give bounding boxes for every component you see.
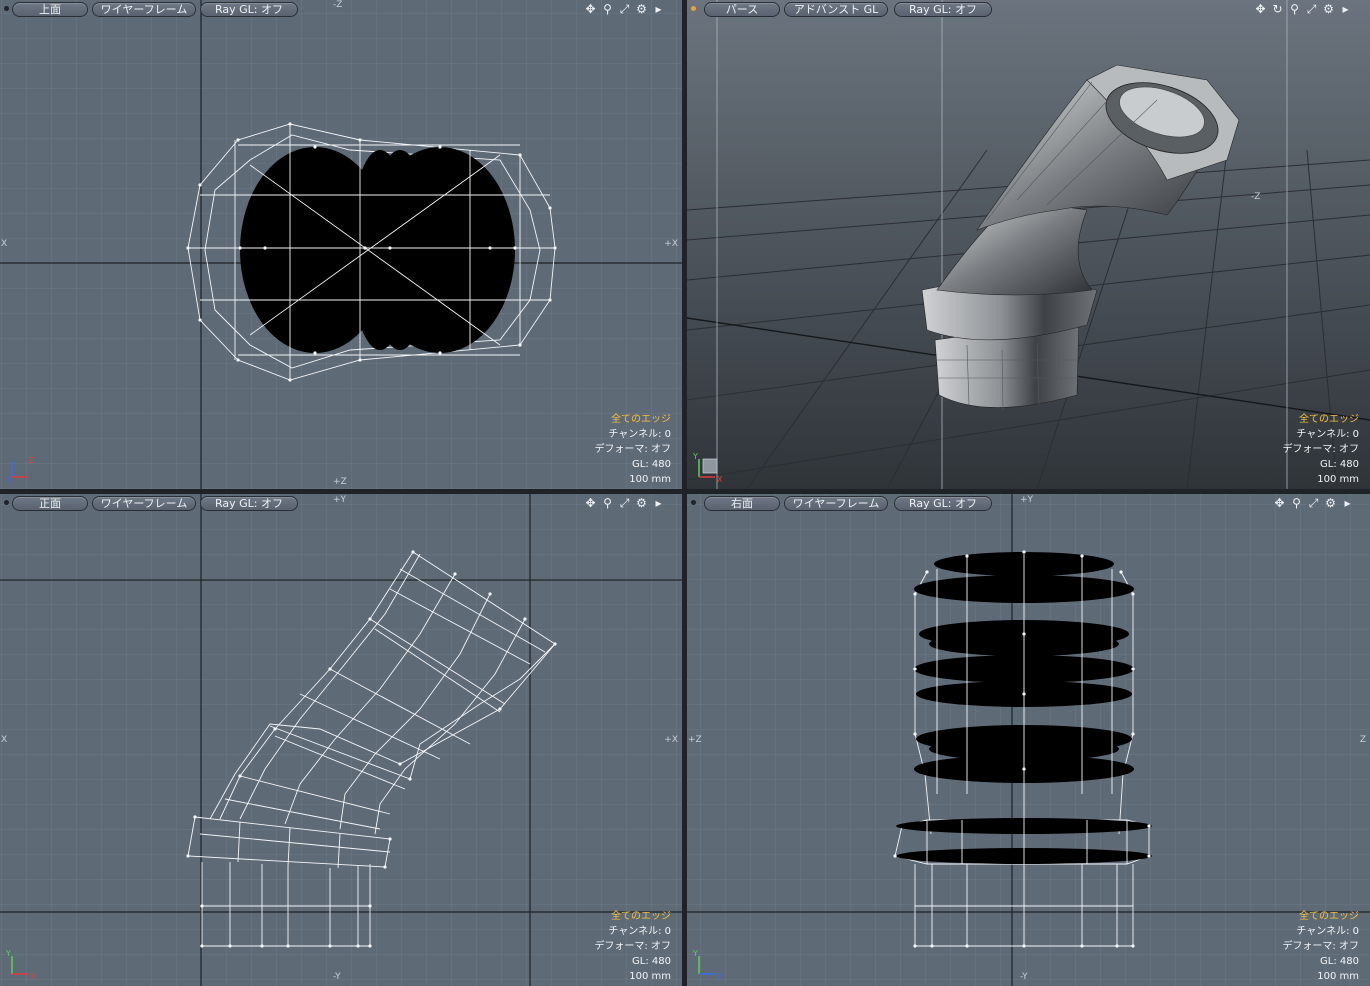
- axis-label-top: -Z: [333, 0, 343, 10]
- viewport-info: 全てのエッジ チャンネル: 0 デフォーマ: オフ GL: 480 100 mm: [1282, 909, 1359, 984]
- zoom-icon[interactable]: ⚲: [600, 1, 615, 17]
- viewport-tools: ✥ ⚲ ⤢ ⚙ ▸: [583, 1, 666, 17]
- svg-text:Z: Z: [28, 456, 34, 465]
- viewport-active-dot[interactable]: [691, 6, 696, 11]
- gl-count-label: GL: 480: [632, 459, 671, 470]
- svg-text:X: X: [717, 475, 723, 483]
- move-icon[interactable]: ✥: [583, 495, 598, 511]
- move-icon[interactable]: ✥: [583, 1, 598, 17]
- shading-mode-button[interactable]: ワイヤーフレーム: [92, 496, 196, 511]
- viewport-top-canvas[interactable]: [0, 0, 682, 489]
- zoom-icon[interactable]: ⚲: [1287, 1, 1302, 17]
- grid-scale-label: 100 mm: [629, 971, 671, 982]
- view-type-button[interactable]: 正面: [12, 496, 88, 511]
- deformer-label: デフォーマ: オフ: [594, 444, 671, 455]
- viewport-info: 全てのエッジ チャンネル: 0 デフォーマ: オフ GL: 480 100 mm: [594, 412, 671, 487]
- svg-text:Y: Y: [693, 949, 698, 958]
- viewport-right-canvas[interactable]: [687, 494, 1370, 986]
- fit-icon[interactable]: ⤢: [617, 1, 632, 17]
- channel-label: チャンネル: 0: [608, 926, 671, 937]
- menu-arrow-icon[interactable]: ▸: [1340, 495, 1355, 511]
- fit-icon[interactable]: ⤢: [617, 495, 632, 511]
- shading-mode-button[interactable]: ワイヤーフレーム: [92, 2, 196, 17]
- grid-scale-label: 100 mm: [1317, 971, 1359, 982]
- shading-mode-button[interactable]: ワイヤーフレーム: [784, 496, 888, 511]
- viewport-perspective[interactable]: パース アドバンスト GL Ray GL: オフ ✥ ↻ ⚲ ⤢ ⚙ ▸ -Z …: [687, 0, 1370, 489]
- axis-label-left: X: [1, 239, 8, 249]
- gl-count-label: GL: 480: [632, 956, 671, 967]
- axis-gizmo-icon: Z X: [6, 456, 34, 483]
- zoom-icon[interactable]: ⚲: [1289, 495, 1304, 511]
- raygl-button[interactable]: Ray GL: オフ: [200, 2, 298, 17]
- menu-arrow-icon[interactable]: ▸: [651, 1, 666, 17]
- viewport-active-dot[interactable]: [4, 500, 9, 505]
- axis-gizmo-icon: Y X: [693, 452, 723, 483]
- viewport-right[interactable]: 右面 ワイヤーフレーム Ray GL: オフ ✥ ⚲ ⤢ ⚙ ▸ +Y -Y +…: [687, 494, 1370, 986]
- view-type-button[interactable]: パース: [704, 2, 780, 17]
- deformer-label: デフォーマ: オフ: [594, 941, 671, 952]
- axis-label-bottom: -Y: [1020, 972, 1028, 982]
- axis-label-left: +Z: [688, 735, 702, 745]
- menu-arrow-icon[interactable]: ▸: [1338, 1, 1353, 17]
- rotate-icon[interactable]: ↻: [1270, 1, 1285, 17]
- channel-label: チャンネル: 0: [1296, 429, 1359, 440]
- raygl-button[interactable]: Ray GL: オフ: [894, 2, 992, 17]
- edge-mode-label[interactable]: 全てのエッジ: [1282, 909, 1359, 924]
- gear-icon[interactable]: ⚙: [634, 1, 649, 17]
- zoom-icon[interactable]: ⚲: [600, 495, 615, 511]
- viewport-active-dot[interactable]: [691, 500, 696, 505]
- fit-icon[interactable]: ⤢: [1304, 1, 1319, 17]
- view-type-button[interactable]: 上面: [12, 2, 88, 17]
- move-icon[interactable]: ✥: [1272, 495, 1287, 511]
- menu-arrow-icon[interactable]: ▸: [651, 495, 666, 511]
- deformer-label: デフォーマ: オフ: [1282, 941, 1359, 952]
- grid-scale-label: 100 mm: [629, 474, 671, 485]
- viewport-tools: ✥ ↻ ⚲ ⤢ ⚙ ▸: [1253, 1, 1353, 17]
- viewport-front[interactable]: 正面 ワイヤーフレーム Ray GL: オフ ✥ ⚲ ⤢ ⚙ ▸ +Y -Y X…: [0, 494, 682, 986]
- view-type-button[interactable]: 右面: [704, 496, 780, 511]
- axis-gizmo-icon: Y Z: [693, 949, 723, 980]
- viewport-top[interactable]: 上面 ワイヤーフレーム Ray GL: オフ ✥ ⚲ ⤢ ⚙ ▸ -Z +Z X…: [0, 0, 682, 489]
- viewport-header: パース アドバンスト GL Ray GL: オフ ✥ ↻ ⚲ ⤢ ⚙ ▸: [687, 0, 1370, 19]
- viewport-active-dot[interactable]: [4, 6, 9, 11]
- deformer-label: デフォーマ: オフ: [1282, 444, 1359, 455]
- gear-icon[interactable]: ⚙: [1323, 495, 1338, 511]
- edge-mode-label[interactable]: 全てのエッジ: [594, 909, 671, 924]
- axis-label-bottom: +Z: [333, 477, 347, 487]
- shading-mode-button[interactable]: アドバンスト GL: [784, 2, 888, 17]
- svg-text:Y: Y: [6, 949, 11, 958]
- viewport-tools: ✥ ⚲ ⤢ ⚙ ▸: [1272, 495, 1355, 511]
- fit-icon[interactable]: ⤢: [1306, 495, 1321, 511]
- channel-label: チャンネル: 0: [1296, 926, 1359, 937]
- axis-label-top: +Y: [1020, 495, 1034, 505]
- axis-label-right: -Z: [1251, 192, 1261, 202]
- gear-icon[interactable]: ⚙: [1321, 1, 1336, 17]
- svg-text:X: X: [6, 475, 12, 483]
- viewport-perspective-canvas[interactable]: [687, 0, 1370, 489]
- axis-gizmo-icon: Y X: [6, 949, 36, 980]
- raygl-button[interactable]: Ray GL: オフ: [894, 496, 992, 511]
- viewport-front-canvas[interactable]: [0, 494, 682, 986]
- gl-count-label: GL: 480: [1320, 459, 1359, 470]
- axis-label-right: +X: [664, 735, 678, 745]
- gear-icon[interactable]: ⚙: [634, 495, 649, 511]
- axis-label-right: Z: [1359, 735, 1366, 745]
- axis-label-left: X: [1, 735, 8, 745]
- svg-text:Z: Z: [717, 972, 723, 980]
- viewport-tools: ✥ ⚲ ⤢ ⚙ ▸: [583, 495, 666, 511]
- channel-label: チャンネル: 0: [608, 429, 671, 440]
- move-icon[interactable]: ✥: [1253, 1, 1268, 17]
- viewport-info: 全てのエッジ チャンネル: 0 デフォーマ: オフ GL: 480 100 mm: [1282, 412, 1359, 487]
- svg-text:X: X: [30, 972, 36, 980]
- grid-scale-label: 100 mm: [1317, 474, 1359, 485]
- edge-mode-label[interactable]: 全てのエッジ: [594, 412, 671, 427]
- axis-label-right: +X: [664, 239, 678, 249]
- svg-text:Y: Y: [693, 452, 698, 461]
- raygl-button[interactable]: Ray GL: オフ: [200, 496, 298, 511]
- axis-label-bottom: -Y: [333, 972, 341, 982]
- gl-count-label: GL: 480: [1320, 956, 1359, 967]
- viewport-info: 全てのエッジ チャンネル: 0 デフォーマ: オフ GL: 480 100 mm: [594, 909, 671, 984]
- edge-mode-label[interactable]: 全てのエッジ: [1282, 412, 1359, 427]
- axis-label-top: +Y: [333, 495, 347, 505]
